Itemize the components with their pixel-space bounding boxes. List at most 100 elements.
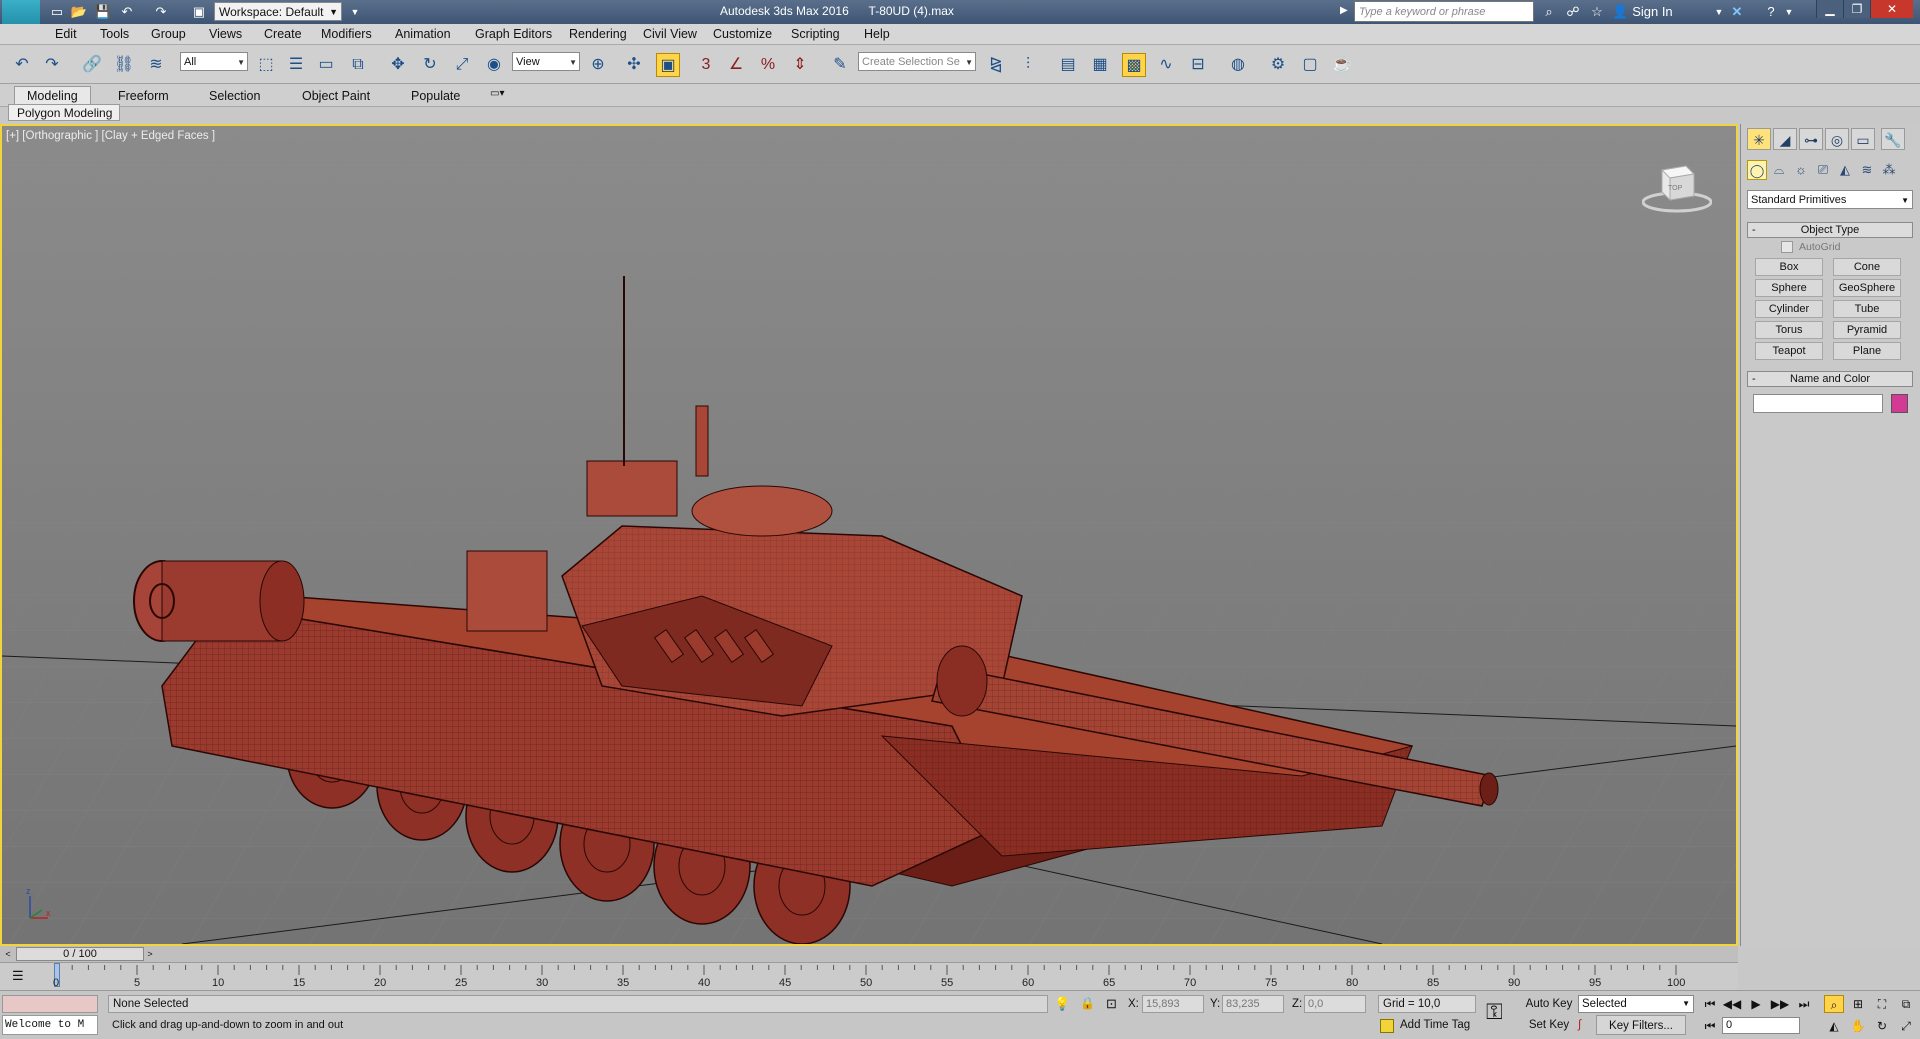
sign-in-button[interactable]: 👤 Sign In <box>1612 4 1673 20</box>
redo-icon[interactable]: ↷ <box>152 3 170 21</box>
tab-selection[interactable]: Selection <box>197 87 272 105</box>
curve-editor-icon[interactable]: ∿ <box>1154 53 1178 77</box>
systems-icon[interactable]: ⁂ <box>1879 160 1899 180</box>
redo-icon[interactable]: ↷ <box>40 53 64 77</box>
render-production-icon[interactable]: ☕ <box>1330 53 1354 77</box>
menu-edit[interactable]: Edit <box>55 27 77 41</box>
x-coordinate-field[interactable]: 15,893 <box>1142 995 1204 1013</box>
maxscript-mini-listener-input[interactable]: Welcome to M <box>2 1015 98 1035</box>
object-color-swatch[interactable] <box>1891 394 1908 413</box>
maxscript-listener-mini[interactable] <box>2 995 98 1013</box>
mini-curve-editor-icon[interactable]: ☰ <box>12 968 24 984</box>
undo-icon[interactable]: ↶ <box>10 53 34 77</box>
search-input[interactable]: Type a keyword or phrase <box>1354 1 1534 22</box>
autogrid-checkbox[interactable]: AutoGrid <box>1781 241 1840 254</box>
material-editor-icon[interactable]: ◍ <box>1226 53 1250 77</box>
spinner-snap-icon[interactable]: ⇕ <box>788 53 812 77</box>
menu-tools[interactable]: Tools <box>100 27 129 41</box>
rectangular-selection-icon[interactable]: ▭ <box>314 53 338 77</box>
display-tab-icon[interactable]: ▭ <box>1851 128 1875 150</box>
go-to-end-icon[interactable]: ⏭ <box>1794 995 1814 1013</box>
tube-button[interactable]: Tube <box>1833 300 1901 318</box>
workspace-dropdown[interactable]: Workspace: Default ▼ <box>214 2 342 21</box>
time-slider-thumb[interactable]: 0 / 100 <box>16 947 144 961</box>
ribbon-options-icon[interactable]: ▭▾ <box>490 88 504 99</box>
restore-button[interactable]: ❐ <box>1843 0 1870 18</box>
menu-animation[interactable]: Animation <box>395 27 451 41</box>
viewport-label-menu[interactable]: [+] [Orthographic ] [Clay + Edged Faces … <box>6 130 215 142</box>
y-coordinate-field[interactable]: 83,235 <box>1222 995 1284 1013</box>
open-file-icon[interactable]: 📂 <box>70 3 88 21</box>
zoom-extents-all-icon[interactable]: ⧉ <box>1896 995 1916 1013</box>
orbit-icon[interactable]: ↻ <box>1872 1017 1892 1035</box>
field-of-view-icon[interactable]: ◭ <box>1824 1017 1844 1035</box>
play-icon[interactable]: ▶ <box>1746 995 1766 1013</box>
perspective-viewport[interactable]: z x [+] [Orthographic ] [Clay + Edged Fa… <box>0 124 1738 946</box>
menu-create[interactable]: Create <box>264 27 302 41</box>
cameras-icon[interactable]: ⎚ <box>1813 160 1833 180</box>
named-selection-dropdown[interactable]: Create Selection Se ▼ <box>858 52 976 71</box>
window-crossing-icon[interactable]: ⧉ <box>346 53 370 77</box>
tab-freeform[interactable]: Freeform <box>106 87 181 105</box>
auto-key-button[interactable]: Auto Key <box>1524 995 1574 1013</box>
current-frame-field[interactable]: 0 <box>1722 1017 1800 1034</box>
go-to-start-icon[interactable]: ⏮ <box>1700 995 1720 1013</box>
sphere-button[interactable]: Sphere <box>1755 279 1823 297</box>
select-by-name-icon[interactable]: ☰ <box>284 53 308 77</box>
reference-coordinate-dropdown[interactable]: View ▼ <box>512 52 580 71</box>
time-slider-next-icon[interactable]: > <box>144 947 156 961</box>
time-tag-icon[interactable] <box>1380 1019 1394 1033</box>
menu-group[interactable]: Group <box>151 27 186 41</box>
geosphere-button[interactable]: GeoSphere <box>1833 279 1901 297</box>
selection-lock-icon[interactable]: 🔒 <box>1080 996 1095 1010</box>
object-name-input[interactable] <box>1753 394 1883 413</box>
menu-help[interactable]: Help <box>864 27 890 41</box>
edit-named-selection-icon[interactable]: ✎ <box>828 53 852 77</box>
align-icon[interactable]: ⫶ <box>1016 53 1040 77</box>
zoom-icon[interactable]: ⌕ <box>1824 995 1844 1013</box>
tab-object-paint[interactable]: Object Paint <box>290 87 382 105</box>
helpers-icon[interactable]: ◭ <box>1835 160 1855 180</box>
geometry-icon[interactable]: ◯ <box>1747 160 1767 180</box>
render-setup-icon[interactable]: ⚙ <box>1266 53 1290 77</box>
keyboard-shortcut-override-icon[interactable]: ▣ <box>656 53 680 77</box>
menu-views[interactable]: Views <box>209 27 242 41</box>
box-button[interactable]: Box <box>1755 258 1823 276</box>
select-object-icon[interactable]: ⬚ <box>254 53 278 77</box>
next-frame-icon[interactable]: ▶▶ <box>1770 995 1790 1013</box>
menu-scripting[interactable]: Scripting <box>791 27 840 41</box>
set-key-button[interactable]: Set Key <box>1524 1016 1574 1034</box>
rendered-frame-window-icon[interactable]: ▢ <box>1298 53 1322 77</box>
modify-tab-icon[interactable]: ◢ <box>1773 128 1797 150</box>
key-filters-button[interactable]: Key Filters... <box>1596 1015 1686 1035</box>
new-file-icon[interactable]: ▭ <box>48 3 66 21</box>
help-dropdown-icon[interactable]: ▼ <box>1780 3 1798 21</box>
shapes-icon[interactable]: ⌓ <box>1769 160 1789 180</box>
key-mode-selected-dropdown[interactable]: Selected ▼ <box>1578 995 1694 1013</box>
create-tab-icon[interactable]: ✳ <box>1747 128 1771 150</box>
help-icon[interactable]: ? <box>1762 3 1780 21</box>
snaps-toggle-icon[interactable]: 3 <box>694 53 718 77</box>
undo-icon[interactable]: ↶ <box>118 3 136 21</box>
mirror-icon[interactable]: ⧎ <box>984 53 1008 77</box>
selection-filter-dropdown[interactable]: All ▼ <box>180 52 248 71</box>
viewport-scene[interactable]: z x <box>2 126 1736 944</box>
object-type-rollout[interactable]: - Object Type <box>1747 222 1913 238</box>
search-expand-icon[interactable]: ▶ <box>1340 5 1348 16</box>
quick-access-dropdown-icon[interactable]: ▼ <box>346 3 364 21</box>
menu-rendering[interactable]: Rendering <box>569 27 627 41</box>
favorites-star-icon[interactable]: ☆ <box>1588 3 1606 21</box>
viewcube[interactable]: TOP <box>1641 156 1713 216</box>
teapot-button[interactable]: Teapot <box>1755 342 1823 360</box>
save-file-icon[interactable]: 💾 <box>94 3 112 21</box>
project-folder-icon[interactable]: ▣ <box>190 3 208 21</box>
space-warps-icon[interactable]: ≋ <box>1857 160 1877 180</box>
pyramid-button[interactable]: Pyramid <box>1833 321 1901 339</box>
menu-civil-view[interactable]: Civil View <box>643 27 697 41</box>
layer-explorer-icon[interactable]: ▤ <box>1056 53 1080 77</box>
pivot-center-icon[interactable]: ⊕ <box>586 53 610 77</box>
hierarchy-tab-icon[interactable]: ⊶ <box>1799 128 1823 150</box>
close-button[interactable]: ✕ <box>1870 0 1913 18</box>
menu-customize[interactable]: Customize <box>713 27 772 41</box>
pan-view-icon[interactable]: ✋ <box>1848 1017 1868 1035</box>
